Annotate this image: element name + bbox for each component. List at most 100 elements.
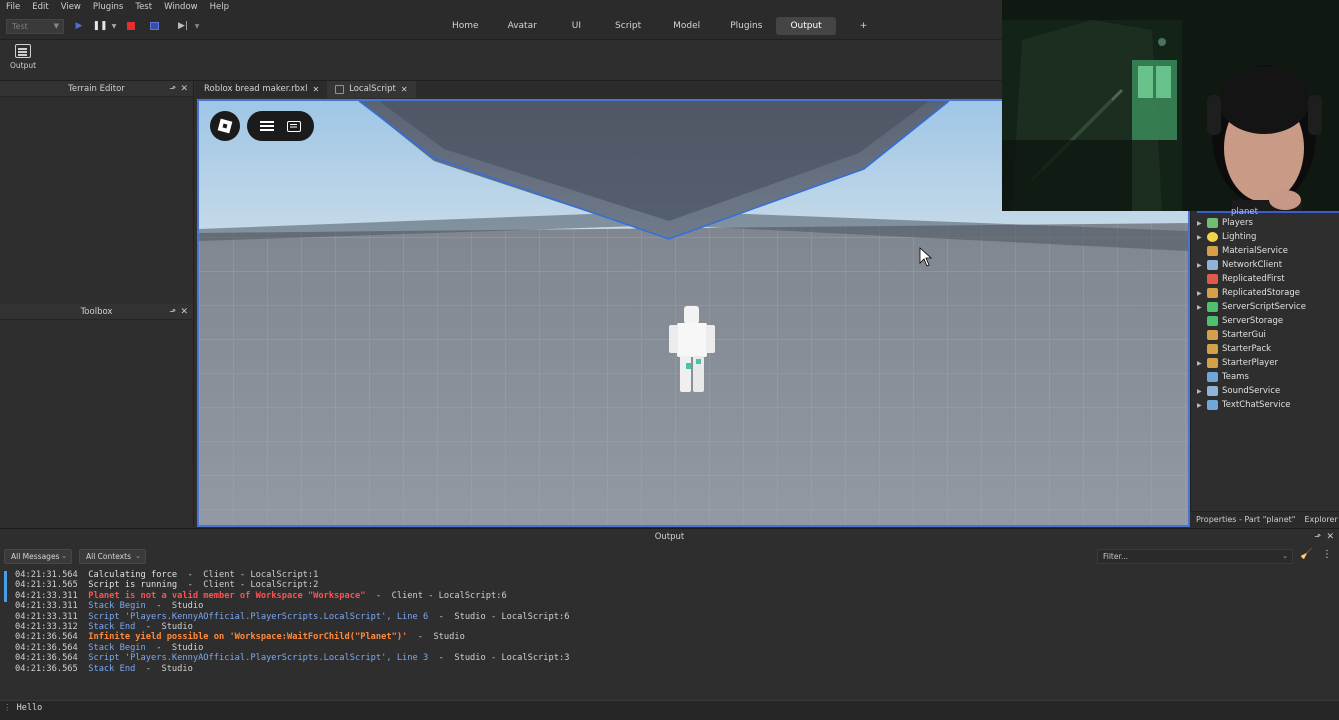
explorer-item-starter-player[interactable]: ▶ StarterPlayer (1197, 356, 1278, 370)
menu-plugins[interactable]: Plugins (87, 2, 129, 12)
starter-gui-icon (1207, 330, 1218, 340)
command-bar-input[interactable]: ⋮ Hello (0, 700, 1339, 720)
messages-filter-dropdown[interactable]: All Messages ⌄ (4, 549, 72, 564)
menu-test[interactable]: Test (129, 2, 158, 12)
close-icon[interactable]: ✕ (312, 81, 319, 98)
menu-help[interactable]: Help (204, 2, 235, 12)
toolbox-panel: Toolbox ⬏ ✕ (0, 304, 194, 527)
expand-arrow-icon[interactable]: ▶ (1197, 262, 1207, 269)
explorer-item-text-chat-service[interactable]: ▶ TextChatService (1197, 398, 1290, 412)
log-line: 04:21:33.311 Planet is not a valid membe… (4, 591, 1304, 601)
terrain-editor-title: Terrain Editor (68, 84, 125, 94)
explorer-item-server-storage[interactable]: ServerStorage (1197, 314, 1283, 328)
explorer-item-label: NetworkClient (1222, 260, 1283, 270)
contexts-filter-dropdown[interactable]: All Contexts ⌄ (79, 549, 146, 564)
explorer-footer-tabs: Properties - Part "planet" Explorer (1190, 511, 1339, 527)
tab-ui[interactable]: UI (554, 17, 599, 35)
tab-plugins[interactable]: Plugins (716, 17, 776, 35)
explorer-item-label: Teams (1222, 372, 1249, 382)
explorer-item-server-script-service[interactable]: ▶ ServerScriptService (1197, 300, 1306, 314)
log-message: Script is running (88, 580, 178, 591)
close-icon[interactable]: ✕ (180, 304, 188, 320)
menu-edit[interactable]: Edit (26, 2, 54, 12)
explorer-item-lighting[interactable]: ▶ Lighting (1197, 230, 1256, 244)
expand-arrow-icon[interactable]: ▶ (1197, 304, 1207, 311)
explorer-item-label: ServerStorage (1222, 316, 1284, 326)
expand-arrow-icon[interactable]: ▶ (1197, 220, 1207, 227)
roblox-logo-button[interactable] (210, 111, 240, 141)
log-stack-link[interactable]: Script 'Players.KennyAOfficial.PlayerScr… (88, 612, 428, 622)
explorer-item-label: TextChatService (1222, 400, 1291, 410)
menu-view[interactable]: View (55, 2, 87, 12)
log-source: - Studio (407, 632, 465, 643)
undock-icon[interactable]: ⬏ (169, 81, 176, 97)
expand-arrow-icon[interactable]: ▶ (1197, 402, 1207, 409)
more-options-icon[interactable]: ⋮ (1322, 549, 1334, 563)
output-log[interactable]: 04:21:31.564 Calculating force - Client … (4, 570, 1304, 674)
play-options-chevron-icon[interactable]: ▼ (107, 19, 121, 33)
toolbox-header: Toolbox ⬏ ✕ (0, 304, 193, 320)
log-source: - Client - LocalScript:6 (365, 590, 507, 601)
log-stack-link[interactable]: Script 'Players.KennyAOfficial.PlayerScr… (88, 653, 428, 663)
log-source: - Studio (145, 642, 204, 653)
test-mode-value: Test (12, 22, 28, 31)
chat-icon[interactable] (287, 120, 302, 132)
menu-window[interactable]: Window (158, 2, 204, 12)
play-icon[interactable]: ▶ (72, 19, 86, 33)
stop-icon[interactable] (124, 19, 138, 33)
tab-explorer[interactable]: Explorer (1304, 515, 1337, 524)
tab-properties[interactable]: Properties - Part "planet" (1190, 515, 1295, 524)
tab-script[interactable]: Script (599, 17, 657, 35)
log-line: 04:21:36.565 Stack End - Studio (4, 664, 1304, 674)
undock-icon[interactable]: ⬏ (1314, 529, 1321, 545)
step-icon[interactable]: ▶| (176, 19, 190, 33)
explorer-item-label: StarterPack (1222, 344, 1272, 354)
tab-output[interactable]: Output (776, 17, 836, 35)
hamburger-menu-icon[interactable] (259, 121, 274, 131)
log-message: Stack Begin (88, 642, 146, 653)
step-options-chevron-icon[interactable]: ▼ (190, 19, 204, 33)
explorer-item-sound-service[interactable]: ▶ SoundService (1197, 384, 1280, 398)
pause-icon[interactable]: ❚❚ (92, 19, 107, 33)
chevron-down-icon: ⌄ (61, 552, 67, 560)
menu-file[interactable]: File (0, 2, 26, 12)
log-line: 04:21:33.311 Script 'Players.KennyAOffic… (4, 612, 1304, 622)
explorer-item-label: Players (1222, 218, 1253, 228)
explorer-item-teams[interactable]: Teams (1197, 370, 1249, 384)
add-tab-button[interactable]: + (836, 17, 892, 35)
terrain-editor-panel: Terrain Editor ⬏ ✕ (0, 81, 194, 303)
material-service-icon (1207, 246, 1218, 256)
expand-arrow-icon[interactable]: ▶ (1197, 388, 1207, 395)
close-icon[interactable]: ✕ (180, 81, 188, 97)
output-filter-input[interactable]: Filter... ⌄ (1097, 549, 1293, 564)
server-storage-icon (1207, 316, 1218, 326)
chevron-down-icon: ▼ (53, 22, 59, 30)
clear-output-icon[interactable]: 🧹 (1300, 549, 1314, 563)
explorer-item-starter-gui[interactable]: StarterGui (1197, 328, 1266, 342)
server-script-service-icon (1207, 302, 1218, 312)
test-mode-select[interactable]: Test ▼ (6, 19, 64, 34)
tab-place-file[interactable]: Roblox bread maker.rbxl ✕ (196, 81, 327, 98)
undock-icon[interactable]: ⬏ (169, 304, 176, 320)
explorer-item-label: ReplicatedFirst (1222, 274, 1285, 284)
client-server-icon[interactable] (147, 19, 161, 33)
explorer-item-label: StarterPlayer (1222, 358, 1278, 368)
expand-arrow-icon[interactable]: ▶ (1197, 234, 1207, 241)
explorer-item-network-client[interactable]: ▶ NetworkClient (1197, 258, 1282, 272)
explorer-item-material-service[interactable]: MaterialService (1197, 244, 1288, 258)
expand-arrow-icon[interactable]: ▶ (1197, 360, 1207, 367)
tab-home[interactable]: Home (440, 17, 491, 35)
close-icon[interactable]: ✕ (1326, 529, 1334, 545)
log-timestamp: 04:21:31.564 (15, 570, 78, 580)
close-icon[interactable]: ✕ (401, 81, 408, 98)
tab-model[interactable]: Model (657, 17, 716, 35)
explorer-item-replicated-first[interactable]: ReplicatedFirst (1197, 272, 1285, 286)
output-ribbon-button[interactable]: Output (8, 44, 38, 78)
explorer-item-starter-pack[interactable]: StarterPack (1197, 342, 1271, 356)
tab-avatar[interactable]: Avatar (491, 17, 554, 35)
tab-local-script[interactable]: LocalScript ✕ (327, 81, 416, 98)
expand-arrow-icon[interactable]: ▶ (1197, 290, 1207, 297)
log-timestamp: 04:21:36.564 (15, 653, 78, 664)
explorer-item-players[interactable]: ▶ Players (1197, 216, 1253, 230)
explorer-item-replicated-storage[interactable]: ▶ ReplicatedStorage (1197, 286, 1300, 300)
